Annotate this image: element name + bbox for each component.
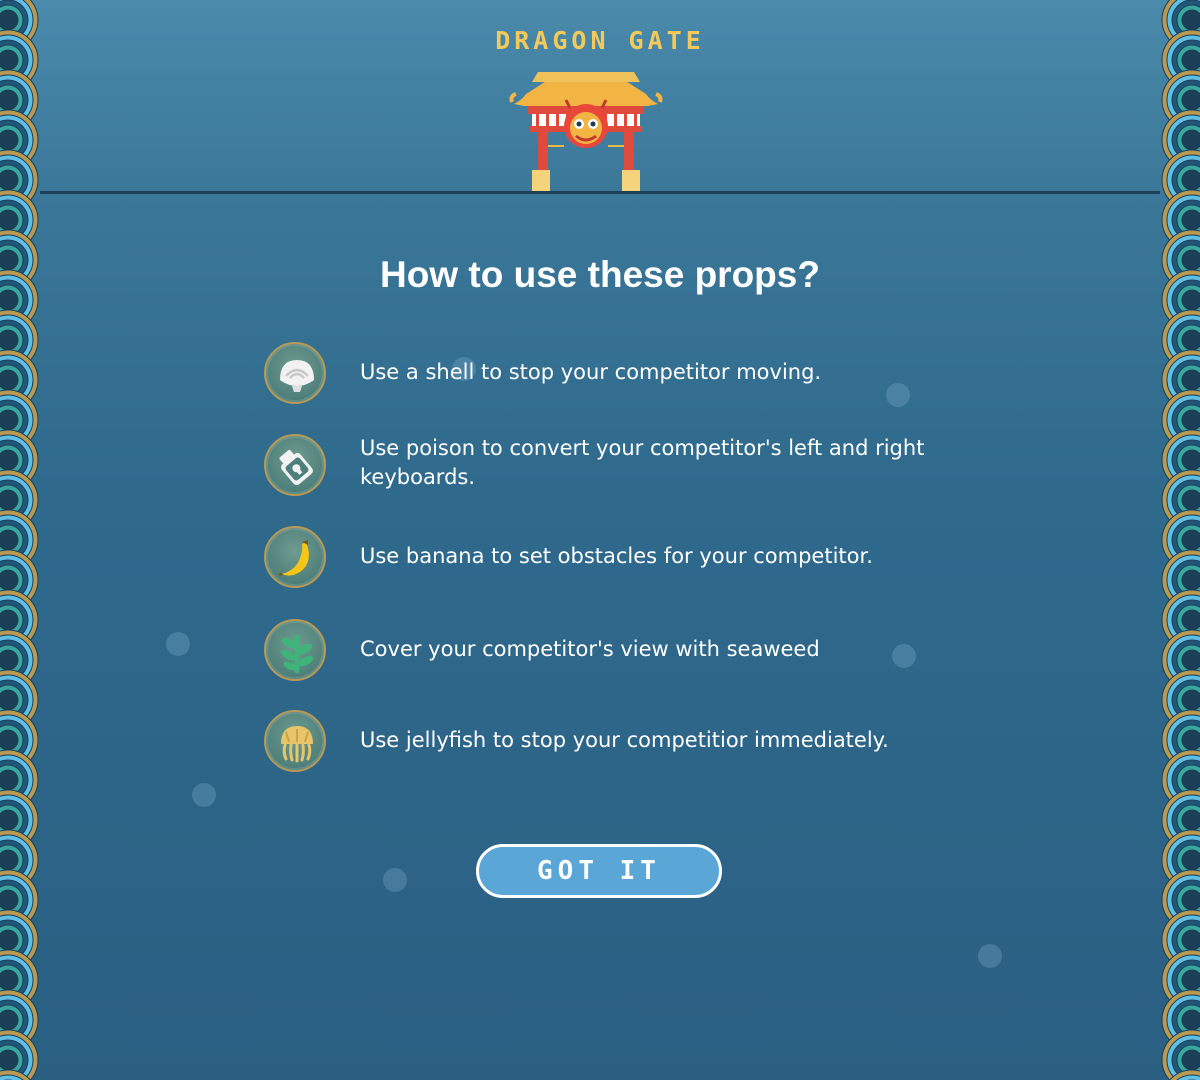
wave-scale: [0, 489, 19, 511]
game-title: DRAGON GATE: [495, 26, 705, 55]
wave-scale: [1181, 329, 1200, 351]
wave-scale: [0, 769, 19, 791]
wave-scale: [0, 569, 19, 591]
wave-scale: [1181, 569, 1200, 591]
wave-scale: [0, 649, 19, 671]
wave-scale: [0, 329, 19, 351]
wave-scale: [1181, 89, 1200, 111]
list-item: Use poison to convert your competitor's …: [264, 434, 1024, 500]
list-item: Use jellyfish to stop your competitior i…: [264, 710, 1024, 776]
right-wave-border: [1154, 0, 1200, 1080]
jellyfish-icon: [264, 710, 326, 772]
wave-scale: [1181, 969, 1200, 991]
wave-scale: [0, 849, 19, 871]
wave-scale: [1181, 529, 1200, 551]
wave-scale: [0, 369, 19, 391]
wave-scale: [0, 729, 19, 751]
wave-scale: [1181, 209, 1200, 231]
wave-scale: [0, 609, 19, 631]
poison-icon: [264, 434, 326, 496]
list-item: Cover your competitor's view with seawee…: [264, 619, 1024, 685]
wave-scale: [1181, 1009, 1200, 1031]
header-divider: [40, 191, 1160, 194]
wave-scale: [1181, 449, 1200, 471]
wave-scale: [1181, 9, 1200, 31]
wave-scale: [1181, 849, 1200, 871]
wave-scale: [0, 929, 19, 951]
prop-description: Use poison to convert your competitor's …: [360, 436, 925, 489]
wave-scale: [0, 1009, 19, 1031]
wave-scale: [1181, 129, 1200, 151]
game-logo: DRAGON GATE: [480, 22, 720, 194]
wave-scale: [0, 49, 19, 71]
prop-description: Use jellyfish to stop your competitior i…: [360, 728, 889, 752]
list-item: Use a shell to stop your competitor movi…: [264, 342, 1024, 408]
wave-scale: [1181, 369, 1200, 391]
got-it-button[interactable]: GOT IT: [476, 844, 722, 898]
prop-description: Use a shell to stop your competitor movi…: [360, 360, 822, 384]
wave-scale: [1181, 409, 1200, 431]
wave-scale: [0, 209, 19, 231]
wave-scale: [0, 409, 19, 431]
banana-icon: [264, 526, 326, 588]
wave-scale: [1181, 169, 1200, 191]
prop-description: Cover your competitor's view with seawee…: [360, 637, 820, 661]
wave-scale: [0, 689, 19, 711]
wave-scale: [1181, 769, 1200, 791]
wave-scale: [1181, 809, 1200, 831]
wave-scale: [0, 169, 19, 191]
wave-scale: [1181, 689, 1200, 711]
wave-scale: [1181, 609, 1200, 631]
prop-description: Use banana to set obstacles for your com…: [360, 544, 873, 568]
wave-scale: [1181, 649, 1200, 671]
wave-scale: [1181, 489, 1200, 511]
wave-scale: [1181, 49, 1200, 71]
wave-scale: [0, 129, 19, 151]
wave-scale: [0, 889, 19, 911]
bubble: [192, 783, 216, 807]
wave-scale: [0, 449, 19, 471]
wave-scale: [1181, 929, 1200, 951]
wave-scale: [0, 89, 19, 111]
shell-icon: [264, 342, 326, 404]
wave-scale: [1181, 889, 1200, 911]
wave-scale: [0, 9, 19, 31]
bubble: [978, 944, 1002, 968]
wave-scale: [0, 529, 19, 551]
dialog-heading: How to use these props?: [380, 254, 820, 295]
left-wave-border: [0, 0, 46, 1080]
bubble: [383, 868, 407, 892]
wave-scale: [0, 969, 19, 991]
wave-scale: [0, 809, 19, 831]
wave-scale: [1181, 1049, 1200, 1071]
seaweed-icon: [264, 619, 326, 681]
wave-scale: [1181, 729, 1200, 751]
list-item: Use banana to set obstacles for your com…: [264, 526, 1024, 592]
bubble: [166, 632, 190, 656]
dragon-gate-icon: [509, 72, 663, 192]
wave-scale: [0, 1049, 19, 1071]
